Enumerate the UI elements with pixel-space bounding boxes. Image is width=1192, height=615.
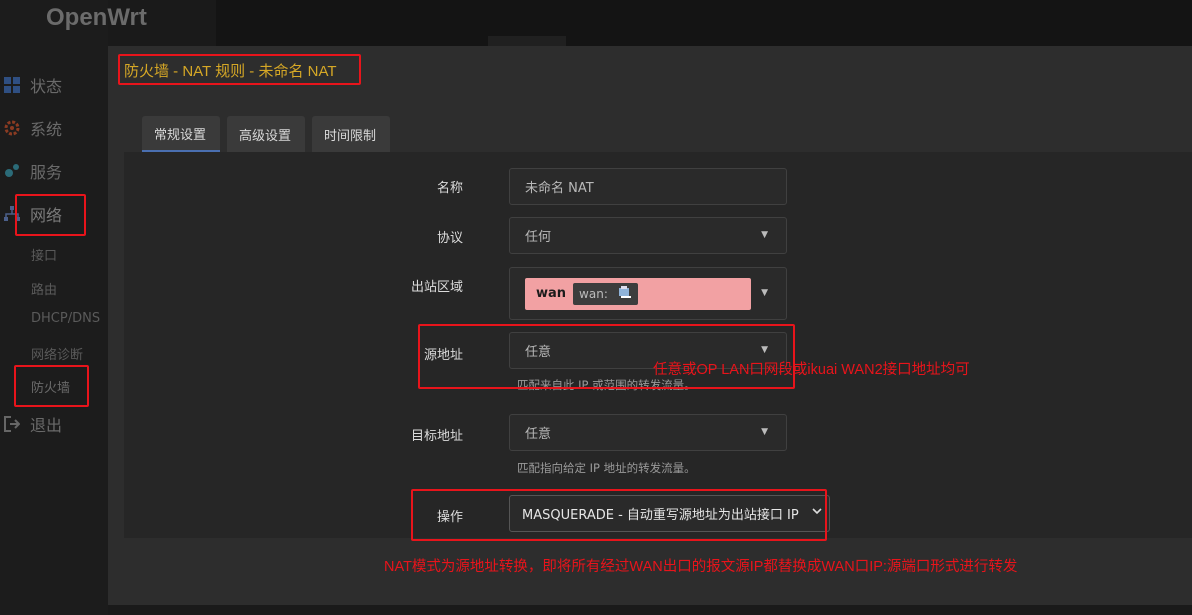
dest-address-hint: 匹配指向给定 IP 地址的转发流量。 (517, 461, 696, 475)
sidebar-subitem-dhcp-dns[interactable]: DHCP/DNS (31, 311, 100, 326)
ethernet-port-icon (618, 285, 632, 302)
dest-address-label: 目标地址 (410, 429, 463, 444)
logout-icon (4, 416, 21, 432)
dest-address-select[interactable]: 任意 ▼ (509, 414, 787, 451)
dest-address-value: 任意 (525, 427, 552, 442)
tab-time[interactable]: 时间限制 (312, 116, 390, 152)
services-icon (4, 163, 20, 179)
highlight-firewall (14, 365, 89, 407)
name-label: 名称 (436, 181, 463, 196)
sidebar-item-label: 状态 (30, 77, 63, 96)
sidebar: OpenWrt 状态 系统 服务 网络 接口 路由 DHCP/DNS 网络诊断 … (0, 0, 147, 615)
gear-icon (4, 120, 20, 136)
logo: OpenWrt (46, 4, 147, 31)
protocol-value: 任何 (525, 230, 552, 245)
caret-down-icon: ▼ (761, 230, 768, 240)
sidebar-item-status[interactable]: 状态 (0, 72, 62, 98)
zone-iface-label: wan: (579, 286, 608, 301)
sidebar-item-system[interactable]: 系统 (0, 115, 62, 141)
caret-down-icon: ▼ (761, 288, 768, 298)
protocol-label: 协议 (436, 231, 463, 246)
sidebar-item-label: 服务 (30, 163, 63, 182)
outbound-zone-select[interactable]: wan wan: ▼ (509, 267, 787, 320)
nat-annotation: NAT模式为源地址转换，即将所有经过WAN出口的报文源IP都替换成WAN口IP:… (384, 559, 1018, 575)
sidebar-subitem-routes[interactable]: 路由 (31, 279, 57, 298)
sidebar-subitem-interfaces[interactable]: 接口 (31, 245, 57, 264)
top-bar (216, 0, 1192, 46)
protocol-select[interactable]: 任何 ▼ (509, 217, 787, 254)
caret-down-icon: ▼ (761, 427, 768, 437)
sidebar-item-label: 系统 (30, 120, 63, 139)
zone-iface-badge: wan: (573, 282, 638, 305)
sidebar-item-services[interactable]: 服务 (0, 158, 62, 184)
sidebar-subitem-diagnostics[interactable]: 网络诊断 (31, 344, 83, 363)
outbound-zone-label: 出站区域 (410, 280, 463, 295)
tab-advanced[interactable]: 高级设置 (227, 116, 305, 152)
sidebar-item-logout[interactable]: 退出 (0, 411, 62, 437)
highlight-source (418, 324, 795, 389)
zone-tag-name: wan (536, 286, 567, 301)
tab-general[interactable]: 常规设置 (142, 116, 220, 152)
source-annotation: 任意或OP LAN口网段或ikuai WAN2接口地址均可 (653, 362, 970, 378)
name-input[interactable]: 未命名 NAT (509, 168, 787, 205)
highlight-title (118, 54, 361, 85)
name-value: 未命名 NAT (525, 181, 594, 196)
top-bar-tab (488, 36, 566, 46)
dashboard-icon (4, 77, 20, 93)
sidebar-item-label: 退出 (30, 416, 63, 435)
zone-tag: wan wan: (525, 277, 751, 310)
highlight-action (411, 489, 827, 541)
highlight-network (15, 194, 86, 236)
